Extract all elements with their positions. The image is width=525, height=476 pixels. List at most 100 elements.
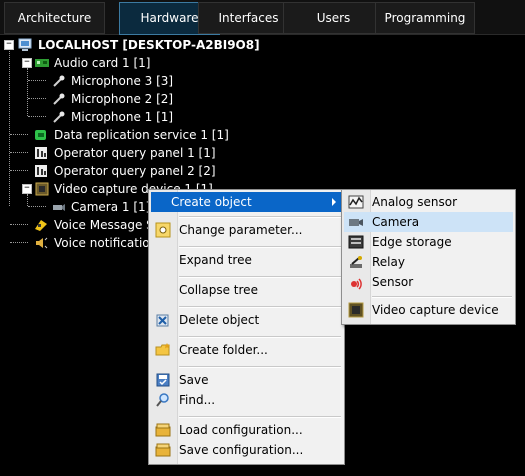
load-configuration-icon <box>155 423 171 437</box>
tree-connector <box>28 116 46 117</box>
save-icon <box>156 373 170 387</box>
tree-node-label: Operator query panel 2 [2] <box>54 164 216 178</box>
menu-item-label: Collapse tree <box>179 283 258 297</box>
tree-node-voice-notification[interactable]: Voice notification <box>28 234 157 252</box>
tree-node-label: LOCALHOST [DESKTOP-A2BI9O8] <box>38 38 260 52</box>
menu-separator <box>179 216 341 218</box>
menu-item-load-configuration[interactable]: Load configuration... <box>151 420 342 440</box>
submenu-item-video-capture-device[interactable]: Video capture device <box>344 300 513 320</box>
tree-node-microphone-2[interactable]: Microphone 2 [2] <box>46 90 173 108</box>
menu-item-label: Video capture device <box>372 303 499 317</box>
submenu-item-sensor[interactable]: Sensor <box>344 272 513 292</box>
tree-node-microphone-3[interactable]: Microphone 3 [3] <box>46 72 173 90</box>
tree-node-root[interactable]: − LOCALHOST [DESKTOP-A2BI9O8] <box>0 36 260 54</box>
menu-item-label: Change parameter... <box>179 223 303 237</box>
menu-separator <box>179 246 341 248</box>
tab-users[interactable]: Users <box>283 2 384 34</box>
menu-separator <box>179 276 341 278</box>
collapse-toggle[interactable]: − <box>22 184 32 194</box>
menu-item-label: Save configuration... <box>179 443 304 457</box>
tree-node-camera[interactable]: Camera 1 [1] <box>46 198 150 216</box>
tree-node-label: Voice notification <box>54 236 158 250</box>
relay-icon <box>350 256 362 268</box>
microphone-icon <box>53 75 65 87</box>
save-configuration-icon <box>155 443 171 457</box>
tree-node-label: Microphone 2 [2] <box>71 92 174 106</box>
tree-node-microphone-1[interactable]: Microphone 1 [1] <box>46 108 173 126</box>
menu-separator <box>179 306 341 308</box>
tree-node-audio-card[interactable]: − Audio card 1 [1] <box>18 54 150 72</box>
computer-icon <box>18 38 32 51</box>
menu-item-create-object[interactable]: Create object <box>151 192 342 212</box>
menu-item-label: Find... <box>179 393 216 407</box>
tree-node-label: Data replication service 1 [1] <box>54 128 229 142</box>
tree-node-label: Microphone 1 [1] <box>71 110 174 124</box>
create-object-submenu: Analog sensor Camera Edge storage Relay … <box>341 189 516 325</box>
microphone-icon <box>53 111 65 123</box>
menu-item-label: Delete object <box>179 313 260 327</box>
submenu-item-edge-storage[interactable]: Edge storage <box>344 232 513 252</box>
tree-connector <box>10 242 28 243</box>
tree-node-operator-query-panel-2[interactable]: Operator query panel 2 [2] <box>28 162 216 180</box>
menu-separator <box>179 366 341 368</box>
query-panel-icon <box>35 147 47 159</box>
tab-bar: Architecture Hardware Interfaces Users P… <box>0 0 525 35</box>
tab-architecture[interactable]: Architecture <box>4 2 105 34</box>
menu-item-label: Analog sensor <box>372 195 458 209</box>
menu-item-label: Create folder... <box>179 343 268 357</box>
audio-card-icon <box>35 59 49 67</box>
data-replication-icon <box>35 130 46 140</box>
delete-object-icon <box>156 314 169 327</box>
submenu-item-camera[interactable]: Camera <box>344 212 513 232</box>
tree-connector <box>10 152 28 153</box>
submenu-arrow-icon <box>332 198 336 206</box>
menu-separator <box>179 416 341 418</box>
menu-separator <box>372 296 512 298</box>
tree-node-label: Audio card 1 [1] <box>54 56 151 70</box>
tree-connector <box>10 170 28 171</box>
submenu-item-analog-sensor[interactable]: Analog sensor <box>344 192 513 212</box>
video-capture-icon <box>35 182 49 196</box>
query-panel-icon <box>35 165 47 177</box>
menu-item-save-configuration[interactable]: Save configuration... <box>151 440 342 460</box>
menu-item-find[interactable]: Find... <box>151 390 342 410</box>
tree-connector <box>10 224 28 225</box>
video-capture-device-icon <box>348 302 364 318</box>
voice-message-icon <box>35 220 47 231</box>
menu-item-label: Edge storage <box>372 235 452 249</box>
menu-item-label: Camera <box>372 215 420 229</box>
collapse-toggle[interactable]: − <box>4 40 14 50</box>
menu-item-label: Load configuration... <box>179 423 303 437</box>
collapse-toggle[interactable]: − <box>22 58 32 68</box>
menu-item-label: Expand tree <box>179 253 252 267</box>
menu-item-label: Create object <box>171 195 252 209</box>
camera-icon <box>53 204 65 211</box>
tree-connector <box>28 80 46 81</box>
tree-connector <box>28 98 46 99</box>
menu-item-expand-tree[interactable]: Expand tree <box>151 250 342 270</box>
tree-node-data-replication[interactable]: Data replication service 1 [1] <box>28 126 229 144</box>
tree-connector <box>28 206 46 207</box>
menu-item-delete-object[interactable]: Delete object <box>151 310 342 330</box>
menu-item-save[interactable]: Save <box>151 370 342 390</box>
menu-item-collapse-tree[interactable]: Collapse tree <box>151 280 342 300</box>
edge-storage-icon <box>348 235 364 249</box>
tree-node-operator-query-panel-1[interactable]: Operator query panel 1 [1] <box>28 144 216 162</box>
menu-item-label: Sensor <box>372 275 414 289</box>
tree-node-voice-message[interactable]: Voice Message Se <box>28 216 161 234</box>
tree-node-label: Microphone 3 [3] <box>71 74 174 88</box>
tree-connector <box>10 134 28 135</box>
tree-node-label: Voice Message Se <box>54 218 162 232</box>
tab-programming[interactable]: Programming <box>375 2 475 34</box>
menu-item-change-parameter[interactable]: Change parameter... <box>151 220 342 240</box>
menu-item-label: Save <box>179 373 209 387</box>
change-parameter-icon <box>155 222 171 238</box>
menu-item-label: Relay <box>372 255 405 269</box>
submenu-item-relay[interactable]: Relay <box>344 252 513 272</box>
voice-notification-icon <box>36 237 48 249</box>
sensor-icon <box>351 278 362 290</box>
tree-node-label: Camera 1 [1] <box>71 200 151 214</box>
create-folder-icon <box>155 343 170 356</box>
context-menu: Create object Change parameter... Expand… <box>148 189 345 465</box>
menu-item-create-folder[interactable]: Create folder... <box>151 340 342 360</box>
